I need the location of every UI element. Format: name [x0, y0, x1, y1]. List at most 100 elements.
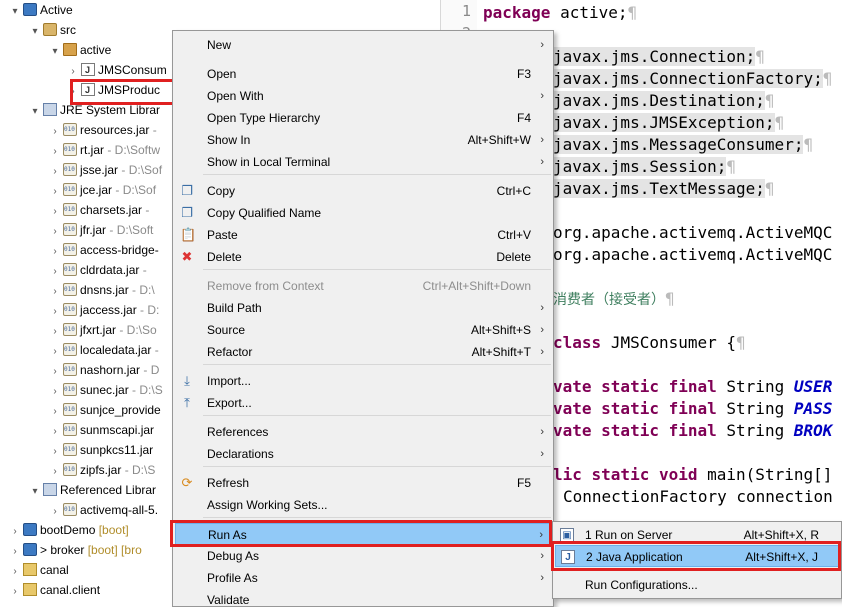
tree-activemq-jar[interactable]: › activemq-all-5. [50, 500, 158, 520]
menu-item-open-type-hierarchy[interactable]: Open Type Hierarchy F4 [175, 107, 551, 129]
project-icon [23, 543, 37, 556]
expand-arrow-icon[interactable]: ▾ [30, 482, 40, 502]
collapse-arrow-icon[interactable]: › [10, 542, 20, 562]
menu-item-shortcut: Ctrl+V [497, 228, 531, 242]
collapse-arrow-icon[interactable]: › [50, 242, 60, 262]
menu-item-source[interactable]: Source Alt+Shift+S › [175, 319, 551, 341]
menu-item-debug-as[interactable]: Debug As › [175, 545, 551, 567]
collapse-arrow-icon[interactable]: › [50, 122, 60, 142]
tree-package-active[interactable]: ▾ active [50, 40, 111, 60]
submenu-arrow-icon: › [540, 572, 544, 584]
menu-item-paste[interactable]: 📋 Paste Ctrl+V [175, 224, 551, 246]
menu-item-refactor[interactable]: Refactor Alt+Shift+T › [175, 341, 551, 363]
tree-jar[interactable]: › sunpkcs11.jar [50, 440, 153, 460]
tree-jar[interactable]: › jfr.jar - D:\Soft [50, 220, 153, 240]
tree-jar[interactable]: › zipfs.jar - D:\S [50, 460, 155, 480]
collapse-arrow-icon[interactable]: › [50, 162, 60, 182]
collapse-arrow-icon[interactable]: › [50, 262, 60, 282]
collapse-arrow-icon[interactable]: › [50, 382, 60, 402]
folder-icon [23, 583, 37, 596]
collapse-arrow-icon[interactable]: › [50, 342, 60, 362]
collapse-arrow-icon[interactable]: › [50, 502, 60, 522]
collapse-arrow-icon[interactable]: › [10, 522, 20, 542]
tree-jar[interactable]: › rt.jar - D:\Softw [50, 140, 160, 160]
tree-jar[interactable]: › sunmscapi.jar [50, 420, 154, 440]
menu-item-delete[interactable]: ✖ Delete Delete [175, 246, 551, 268]
tree-jar[interactable]: › jsse.jar - D:\Sof [50, 160, 162, 180]
menu-item-copy[interactable]: ❐ Copy Ctrl+C [175, 180, 551, 202]
menu-item-import[interactable]: ⤓ Import... [175, 370, 551, 392]
jar-icon [63, 260, 77, 280]
tree-jre-library[interactable]: ▾ JRE System Librar [30, 100, 160, 120]
menu-item-open[interactable]: Open F3 [175, 63, 551, 85]
submenu-item-run-configurations[interactable]: Run Configurations... [555, 574, 839, 596]
collapse-arrow-icon[interactable]: › [50, 142, 60, 162]
tree-project-canal-client[interactable]: › canal.client [10, 580, 100, 600]
tree-jar[interactable]: › localedata.jar - [50, 340, 158, 362]
collapse-arrow-icon[interactable]: › [68, 82, 78, 102]
tree-project-broker[interactable]: › > broker [boot] [bro [10, 540, 142, 560]
tree-label-prefix: > [40, 543, 51, 557]
submenu-item-1-run-on-server[interactable]: ▣ 1 Run on Server Alt+Shift+X, R [555, 524, 839, 546]
jar-icon [63, 240, 77, 260]
menu-item-run-as[interactable]: Run As › [175, 523, 551, 545]
tree-jar[interactable]: › charsets.jar - [50, 200, 149, 220]
menu-item-export[interactable]: ⤒ Export... [175, 392, 551, 414]
menu-item-validate[interactable]: Validate [175, 589, 551, 606]
menu-item-references[interactable]: References › [175, 421, 551, 443]
collapse-arrow-icon[interactable]: › [50, 282, 60, 302]
tree-jar[interactable]: › nashorn.jar - D [50, 360, 159, 380]
tree-jar[interactable]: › jaccess.jar - D: [50, 300, 159, 320]
tree-jar[interactable]: › access-bridge- [50, 240, 158, 262]
collapse-arrow-icon[interactable]: › [50, 202, 60, 222]
menu-item-assign-working-sets[interactable]: Assign Working Sets... [175, 494, 551, 516]
tree-referenced-libs[interactable]: ▾ Referenced Librar [30, 480, 156, 500]
collapse-arrow-icon[interactable]: › [50, 302, 60, 322]
menu-item-show-in-local-terminal[interactable]: Show in Local Terminal › [175, 151, 551, 173]
collapse-arrow-icon[interactable]: › [50, 402, 60, 422]
menu-item-profile-as[interactable]: Profile As › [175, 567, 551, 589]
menu-item-refresh[interactable]: ⟳ Refresh F5 [175, 472, 551, 494]
tree-project-active[interactable]: ▾ Active [10, 0, 73, 20]
menu-item-new[interactable]: New › [175, 34, 551, 56]
menu-item-copy-qualified-name[interactable]: ❐ Copy Qualified Name [175, 202, 551, 224]
menu-item-declarations[interactable]: Declarations › [175, 443, 551, 465]
expand-arrow-icon[interactable]: ▾ [30, 102, 40, 122]
menu-item-open-with[interactable]: Open With › [175, 85, 551, 107]
menu-item-label: Delete [207, 250, 242, 264]
tree-jar[interactable]: › resources.jar - [50, 120, 156, 142]
tree-file-producer[interactable]: › JMSProduc [68, 80, 160, 100]
tree-project-canal[interactable]: › canal [10, 560, 69, 580]
collapse-arrow-icon[interactable]: › [50, 322, 60, 342]
tree-jar[interactable]: › sunjce_provide [50, 400, 160, 422]
tree-file-consumer[interactable]: › JMSConsum [68, 60, 166, 82]
code-line-import: javax.jms.JMSException;¶ [553, 112, 784, 134]
tree-jar[interactable]: › jfxrt.jar - D:\So [50, 320, 156, 342]
tree-jar[interactable]: › sunec.jar - D:\S [50, 380, 162, 402]
menu-item-show-in[interactable]: Show In Alt+Shift+W › [175, 129, 551, 151]
collapse-arrow-icon[interactable]: › [10, 582, 20, 602]
tree-label: Referenced Librar [60, 483, 157, 497]
expand-arrow-icon[interactable]: ▾ [50, 42, 60, 62]
collapse-arrow-icon[interactable]: › [50, 422, 60, 442]
menu-item-build-path[interactable]: Build Path › [175, 297, 551, 319]
collapse-arrow-icon[interactable]: › [10, 562, 20, 582]
tree-src[interactable]: ▾ src [30, 20, 76, 40]
tree-label: sunec.jar [80, 383, 129, 397]
tree-jar[interactable]: › cldrdata.jar - [50, 260, 146, 282]
collapse-arrow-icon[interactable]: › [50, 442, 60, 462]
tree-jar[interactable]: › jce.jar - D:\Sof [50, 180, 156, 200]
collapse-arrow-icon[interactable]: › [50, 462, 60, 482]
collapse-arrow-icon[interactable]: › [50, 182, 60, 202]
collapse-arrow-icon[interactable]: › [50, 362, 60, 382]
tree-jar[interactable]: › dnsns.jar - D:\ [50, 280, 154, 302]
expand-arrow-icon[interactable]: ▾ [30, 22, 40, 42]
pilcrow: ¶ [665, 289, 675, 308]
import-text: org.apache.activemq.ActiveMQC [553, 245, 833, 264]
tree-project-bootdemo[interactable]: › bootDemo [boot] [10, 520, 129, 540]
collapse-arrow-icon[interactable]: › [50, 222, 60, 242]
collapse-arrow-icon[interactable]: › [68, 62, 78, 82]
submenu-item-2-java-application[interactable]: J 2 Java Application Alt+Shift+X, J [555, 545, 839, 567]
expand-arrow-icon[interactable]: ▾ [10, 2, 20, 22]
context-menu: New › Open F3 Open With › Open Type Hierarchy F… [172, 30, 554, 607]
